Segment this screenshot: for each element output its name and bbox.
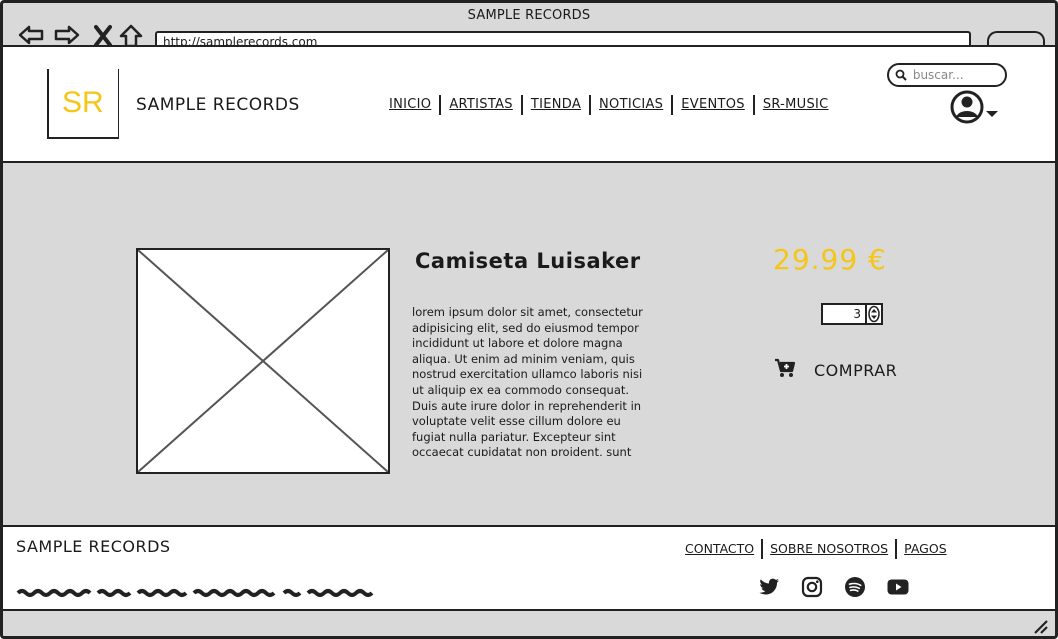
- back-icon[interactable]: [17, 23, 45, 47]
- logo-text: SR: [62, 86, 104, 119]
- product-title: Camiseta Luisaker: [415, 249, 641, 273]
- twitter-icon[interactable]: [757, 575, 781, 599]
- footer-link-sobre-nosotros[interactable]: SOBRE NOSOTROS: [761, 539, 895, 559]
- forward-icon[interactable]: [53, 23, 81, 47]
- product-price: 29.99 €: [773, 243, 887, 276]
- nav-item-noticias[interactable]: NOTICIAS: [589, 95, 671, 115]
- nav-item-eventos[interactable]: EVENTOS: [671, 95, 753, 115]
- site-footer: SAMPLE RECORDS CONTACTO SOBRE NOSOTROS P…: [3, 525, 1055, 611]
- window-title: SAMPLE RECORDS: [467, 8, 591, 23]
- social-links: [757, 575, 929, 599]
- footer-link-pagos[interactable]: PAGOS: [895, 539, 954, 559]
- resize-grip-icon[interactable]: [1031, 617, 1049, 635]
- product-description: lorem ipsum dolor sit amet, consectetur …: [412, 305, 643, 456]
- logo[interactable]: SR: [47, 69, 119, 139]
- add-to-cart-icon: [773, 356, 797, 384]
- user-menu[interactable]: [949, 89, 1005, 125]
- quantity-value: 3: [853, 307, 861, 321]
- user-icon: [950, 90, 984, 124]
- site-header: SR SAMPLE RECORDS INICIO ARTISTAS TIENDA…: [3, 45, 1055, 163]
- stepper-arrows-icon[interactable]: [865, 305, 881, 323]
- spotify-icon[interactable]: [843, 575, 867, 599]
- browser-window: SAMPLE RECORDS http://samplerecords.com …: [0, 0, 1058, 639]
- site-name: SAMPLE RECORDS: [136, 95, 300, 115]
- footer-link-contacto[interactable]: CONTACTO: [678, 539, 761, 559]
- instagram-icon[interactable]: [800, 575, 824, 599]
- buy-label: COMPRAR: [814, 360, 898, 380]
- search-placeholder: buscar...: [912, 68, 964, 82]
- nav-item-artistas[interactable]: ARTISTAS: [439, 95, 520, 115]
- quantity-stepper[interactable]: 3: [821, 303, 883, 325]
- search-input[interactable]: buscar...: [887, 63, 1007, 87]
- footer-links: CONTACTO SOBRE NOSOTROS PAGOS: [678, 539, 954, 559]
- nav-item-sr-music[interactable]: SR-MUSIC: [752, 95, 837, 115]
- product-image-placeholder: [136, 248, 390, 474]
- home-icon[interactable]: [117, 23, 145, 48]
- search-icon: [895, 68, 911, 82]
- buy-button[interactable]: COMPRAR: [773, 356, 897, 384]
- nav-item-tienda[interactable]: TIENDA: [520, 95, 589, 115]
- footer-scribble-text: [16, 583, 376, 599]
- youtube-icon[interactable]: [886, 575, 910, 599]
- stop-icon[interactable]: [89, 23, 117, 47]
- main-nav: INICIO ARTISTAS TIENDA NOTICIAS EVENTOS …: [381, 95, 837, 115]
- footer-site-name: SAMPLE RECORDS: [16, 537, 171, 556]
- browser-status-bar: [3, 611, 1055, 636]
- chevron-down-icon: [986, 111, 998, 117]
- product-section: Camiseta Luisaker lorem ipsum dolor sit …: [3, 163, 1055, 525]
- nav-item-inicio[interactable]: INICIO: [381, 95, 439, 115]
- browser-title-bar: SAMPLE RECORDS http://samplerecords.com: [3, 3, 1055, 51]
